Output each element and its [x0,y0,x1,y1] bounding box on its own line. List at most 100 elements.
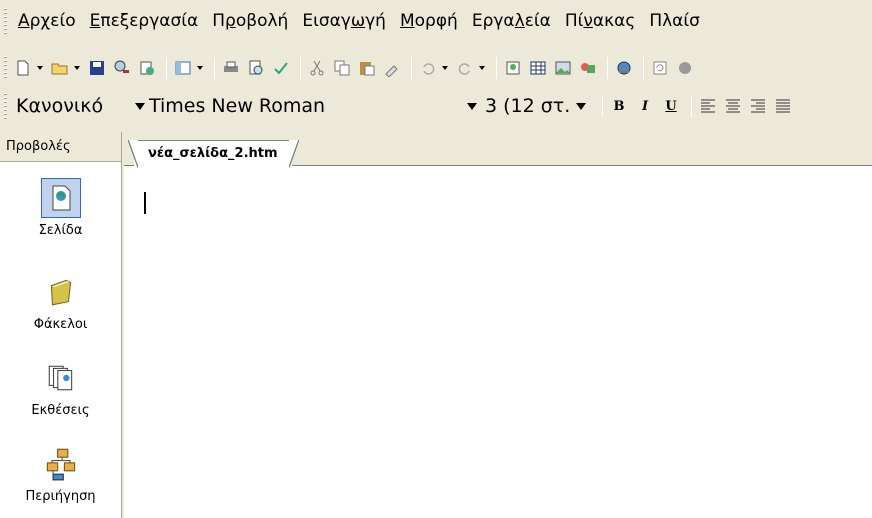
align-right-button[interactable] [747,95,769,117]
new-dropdown-arrow[interactable] [37,57,45,79]
redo-dropdown-arrow[interactable] [479,57,487,79]
drawing-button[interactable] [577,57,599,79]
menu-edit[interactable]: Επεξεργασία [90,11,199,31]
copy-icon [334,60,350,76]
search-button[interactable] [111,57,133,79]
separator [607,57,608,79]
separator [643,57,644,79]
menu-tools[interactable]: Εργαλεία [472,11,551,31]
undo-button[interactable] [417,57,439,79]
menu-insert[interactable]: Εισαγωγή [302,11,386,31]
menu-frames[interactable]: Πλαίσ [649,11,700,31]
hyperlink-button[interactable] [613,57,635,79]
view-page[interactable]: Σελίδα [0,178,121,238]
drawing-icon [581,63,595,73]
print-preview-button[interactable] [245,57,267,79]
menu-table[interactable]: Πίνακας [565,11,635,31]
view-navigation-label: Περιήγηση [25,489,96,504]
open-dropdown-arrow[interactable] [74,57,82,79]
print-button[interactable] [220,57,242,79]
undo-dropdown-arrow[interactable] [442,57,450,79]
separator [691,95,692,117]
font-size-select[interactable]: 3 (12 στ. [479,92,597,120]
toggle-pane-button[interactable] [172,57,194,79]
table-icon [530,61,546,75]
font-value: Times New Roman [149,95,326,117]
font-size-dropdown-arrow[interactable] [574,103,588,110]
save-button[interactable] [86,57,108,79]
insert-picture-button[interactable] [552,57,574,79]
undo-icon [423,63,435,75]
menu-file[interactable]: Αρχείο [18,11,76,31]
format-painter-button[interactable] [381,57,403,79]
view-reports[interactable]: Εκθέσεις [0,358,121,418]
new-page-icon [17,60,29,76]
open-folder-icon [51,63,68,75]
new-page-button[interactable] [12,57,34,79]
insert-table-button[interactable] [527,57,549,79]
view-page-label: Σελίδα [38,223,83,238]
menu-view[interactable]: Προβολή [212,11,288,31]
italic-button[interactable]: I [634,95,656,117]
align-right-icon [751,99,765,113]
justify-button[interactable] [772,95,794,117]
menu-bar-grip[interactable] [4,8,7,34]
pane-icon [175,61,191,75]
standard-toolbar [0,52,872,84]
spelling-button[interactable] [270,57,292,79]
style-value: Κανονικό [16,95,104,117]
view-folders[interactable]: Φάκελοι [0,272,121,332]
folders-view-icon [41,272,81,312]
separator [602,95,603,117]
underline-button[interactable]: U [660,95,682,117]
spelling-icon [274,62,288,75]
views-list: Σελίδα Φάκελοι Εκθέσεις Περιήγηση [0,162,121,518]
toolbar-grip[interactable] [4,56,7,80]
separator [411,57,412,79]
view-reports-label: Εκθέσεις [31,403,90,418]
save-icon [90,61,104,75]
menu-bar: Αρχείο Επεξεργασία Προβολή Εισαγωγή Μορφ… [0,0,872,42]
formatting-toolbar: Κανονικό Times New Roman 3 (12 στ. B I U [0,88,872,124]
open-button[interactable] [49,57,71,79]
refresh-button[interactable] [649,57,671,79]
align-center-button[interactable] [722,95,744,117]
search-icon [114,60,129,73]
preview-icon [249,60,263,75]
menu-format[interactable]: Μορφή [400,11,458,31]
publish-button[interactable] [136,57,158,79]
component-icon [506,61,520,75]
reports-view-icon [41,358,81,398]
align-left-button[interactable] [697,95,719,117]
align-left-icon [701,99,715,113]
views-header: Προβολές [0,132,121,162]
editor-area[interactable]: νέα_σελίδα_2.htm [124,132,872,518]
view-navigation[interactable]: Περιήγηση [0,444,121,504]
stop-button[interactable] [674,57,696,79]
tab-document[interactable]: νέα_σελίδα_2.htm [128,140,299,168]
text-caret [144,192,146,214]
redo-button[interactable] [454,57,476,79]
paste-button[interactable] [356,57,378,79]
pane-dropdown-arrow[interactable] [197,57,205,79]
style-dropdown-arrow[interactable] [133,103,147,110]
picture-icon [555,61,571,75]
style-select[interactable]: Κανονικό [12,92,147,120]
font-select[interactable]: Times New Roman [147,92,479,120]
formatting-toolbar-grip[interactable] [4,93,7,119]
paste-icon [360,62,375,76]
insert-component-button[interactable] [502,57,524,79]
refresh-icon [653,61,667,75]
bold-button[interactable]: B [608,95,630,117]
redo-icon [458,63,470,75]
print-icon [224,61,238,72]
cut-button[interactable] [306,57,328,79]
font-dropdown-arrow[interactable] [465,103,479,110]
publish-icon [140,61,154,75]
copy-button[interactable] [331,57,353,79]
separator [300,57,301,79]
separator [214,57,215,79]
stop-icon [679,62,691,74]
justify-icon [776,99,790,113]
hyperlink-icon [617,61,631,75]
